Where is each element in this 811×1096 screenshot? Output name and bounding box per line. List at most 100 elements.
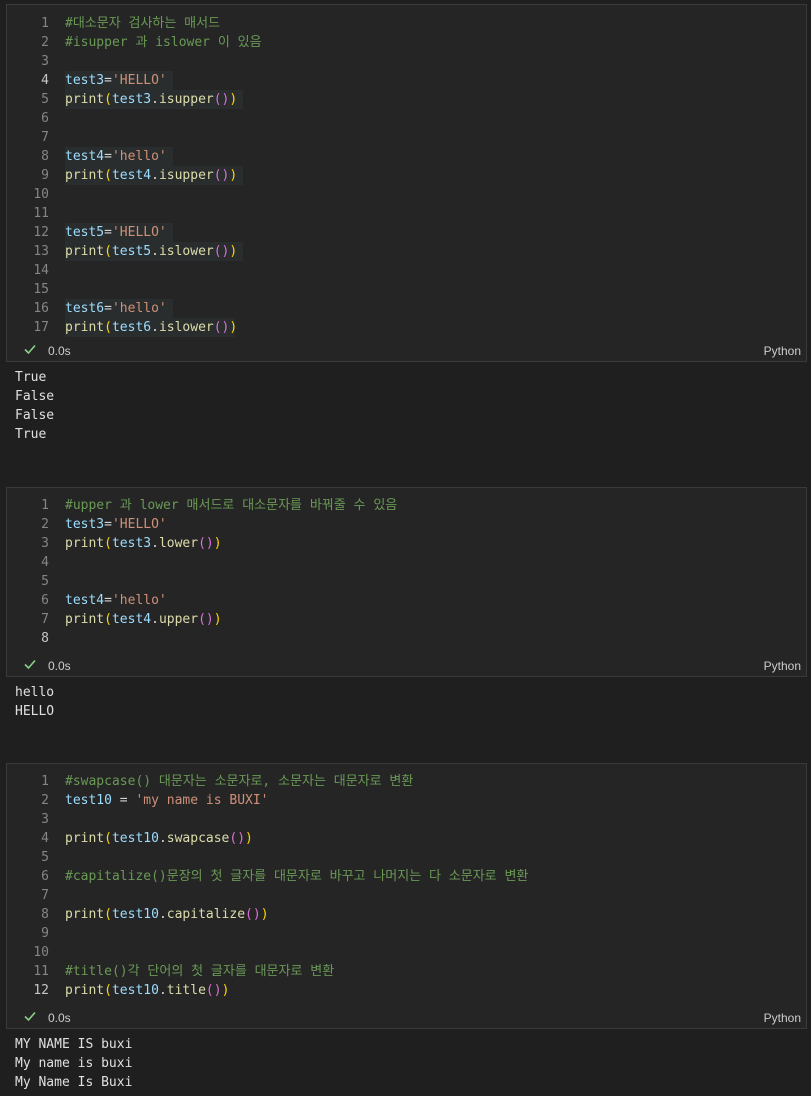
code-line[interactable]: 5 print(test3.isupper()) <box>7 90 806 109</box>
token: test10 <box>111 907 159 922</box>
code-line[interactable]: 15 <box>7 280 806 299</box>
token: = <box>111 793 136 808</box>
line-number: 9 <box>41 168 49 183</box>
code-line[interactable]: 7 <box>7 886 806 905</box>
code-line[interactable]: 8 print(test10.capitalize()) <box>7 905 806 924</box>
code-line[interactable]: 4 test3='HELLO' <box>7 71 806 90</box>
code-line[interactable]: 12 print(test10.title()) <box>7 981 806 1000</box>
token: = <box>104 149 112 164</box>
code-text[interactable]: test10 = 'my name is BUXI' <box>65 791 269 810</box>
code-line[interactable]: 8 <box>7 629 806 648</box>
token: ) <box>221 983 230 998</box>
code-line[interactable]: 6 <box>7 109 806 128</box>
code-line[interactable]: 1 #swapcase() 대문자는 소문자로, 소문자는 대문자로 변환 <box>7 772 806 791</box>
code-line[interactable]: 3 print(test3.lower()) <box>7 534 806 553</box>
language-label[interactable]: Python <box>764 1011 801 1025</box>
code-text[interactable]: #대소문자 검사하는 매서드 <box>65 14 220 33</box>
code-line[interactable]: 11 #title()각 단어의 첫 글자를 대문자로 변환 <box>7 962 806 981</box>
line-number: 6 <box>41 869 49 884</box>
code-line[interactable]: 16 test6='hello' <box>7 299 806 318</box>
code-text[interactable]: print(test10.capitalize()) <box>65 905 269 924</box>
code-line[interactable]: 6 test4='hello' <box>7 591 806 610</box>
code-text[interactable]: #isupper 과 islower 이 있음 <box>65 33 262 52</box>
token: () <box>213 168 230 183</box>
code-line[interactable]: 17 print(test6.islower()) <box>7 318 806 337</box>
code-line[interactable]: 4 print(test10.swapcase()) <box>7 829 806 848</box>
token: test4 <box>65 593 105 608</box>
code-text[interactable]: print(test3.lower()) <box>65 534 222 553</box>
code-cell[interactable]: 1 #대소문자 검사하는 매서드 2 #isupper 과 islower 이 있음 3… <box>6 4 807 362</box>
cell-output: MY NAME IS buxi My name is buxi My Name Is… <box>15 1035 132 1092</box>
language-label[interactable]: Python <box>764 344 801 358</box>
code-line[interactable]: 8 test4='hello' <box>7 147 806 166</box>
line-number: 9 <box>41 926 49 941</box>
code-cell[interactable]: 1 #upper 과 lower 매서드로 대소문자를 바꿔줄 수 있음 2 test… <box>6 487 807 677</box>
token: test4 <box>65 149 105 164</box>
code-line[interactable]: 12 test5='HELLO' <box>7 223 806 242</box>
code-text[interactable]: test4='hello' <box>65 591 167 610</box>
code-text[interactable]: test4='hello' <box>65 147 173 166</box>
token: print <box>65 612 105 627</box>
code-text[interactable]: #swapcase() 대문자는 소문자로, 소문자는 대문자로 변환 <box>65 772 413 791</box>
code-line[interactable]: 10 <box>7 185 806 204</box>
code-line[interactable]: 1 #upper 과 lower 매서드로 대소문자를 바꿔줄 수 있음 <box>7 496 806 515</box>
code-text[interactable]: print(test3.isupper()) <box>65 90 243 109</box>
token: ( <box>104 92 112 107</box>
code-text[interactable]: #title()각 단어의 첫 글자를 대문자로 변환 <box>65 962 334 981</box>
code-line[interactable]: 6 #capitalize()문장의 첫 글자를 대문자로 바꾸고 나머지는 다 … <box>7 867 806 886</box>
code-text[interactable]: print(test10.title()) <box>65 981 229 1000</box>
code-line[interactable]: 7 print(test4.upper()) <box>7 610 806 629</box>
code-text[interactable]: print(test4.isupper()) <box>65 166 243 185</box>
code-line[interactable]: 11 <box>7 204 806 223</box>
code-text[interactable]: test3='HELLO' <box>65 71 173 90</box>
line-number: 10 <box>33 945 49 960</box>
token: ) <box>213 612 222 627</box>
code-line[interactable]: 13 print(test5.islower()) <box>7 242 806 261</box>
code-line[interactable]: 9 <box>7 924 806 943</box>
line-number: 6 <box>41 111 49 126</box>
code-text[interactable]: test3='HELLO' <box>65 515 167 534</box>
token: test5 <box>111 244 152 259</box>
code-line[interactable]: 2 test3='HELLO' <box>7 515 806 534</box>
token: print <box>65 92 105 107</box>
code-text[interactable]: #capitalize()문장의 첫 글자를 대문자로 바꾸고 나머지는 다 소… <box>65 867 528 886</box>
line-number: 3 <box>41 812 49 827</box>
token: print <box>65 983 105 998</box>
token: 'my name is BUXI' <box>135 793 269 808</box>
code-line[interactable]: 5 <box>7 572 806 591</box>
line-number: 8 <box>41 907 49 922</box>
token: ) <box>260 907 269 922</box>
code-text[interactable]: test6='hello' <box>65 299 173 318</box>
line-number: 5 <box>41 574 49 589</box>
code-text[interactable]: test5='HELLO' <box>65 223 173 242</box>
execution-time: 0.0s <box>48 344 71 358</box>
token: . <box>158 907 167 922</box>
code-cell[interactable]: 1 #swapcase() 대문자는 소문자로, 소문자는 대문자로 변환 2 tes… <box>6 763 807 1029</box>
code-line[interactable]: 5 <box>7 848 806 867</box>
output-line: My name is buxi <box>15 1056 133 1071</box>
check-icon <box>23 342 37 359</box>
code-line[interactable]: 3 <box>7 52 806 71</box>
code-text[interactable]: print(test6.islower()) <box>65 318 237 337</box>
code-line[interactable]: 14 <box>7 261 806 280</box>
token: () <box>213 92 230 107</box>
code-text[interactable]: print(test10.swapcase()) <box>65 829 253 848</box>
code-text[interactable]: print(test5.islower()) <box>65 242 243 261</box>
code-line[interactable]: 2 test10 = 'my name is BUXI' <box>7 791 806 810</box>
code-line[interactable]: 4 <box>7 553 806 572</box>
line-number: 14 <box>33 263 49 278</box>
code-line[interactable]: 9 print(test4.isupper()) <box>7 166 806 185</box>
language-label[interactable]: Python <box>764 659 801 673</box>
line-number: 17 <box>33 320 49 335</box>
token: test3 <box>65 73 105 88</box>
code-line[interactable]: 7 <box>7 128 806 147</box>
code-line[interactable]: 3 <box>7 810 806 829</box>
code-text[interactable]: print(test4.upper()) <box>65 610 222 629</box>
token: test6 <box>65 301 105 316</box>
line-number: 2 <box>41 35 49 50</box>
code-line[interactable]: 1 #대소문자 검사하는 매서드 <box>7 14 806 33</box>
output-line: My Name Is Buxi <box>15 1075 133 1090</box>
code-text[interactable]: #upper 과 lower 매서드로 대소문자를 바꿔줄 수 있음 <box>65 496 397 515</box>
code-line[interactable]: 2 #isupper 과 islower 이 있음 <box>7 33 806 52</box>
code-line[interactable]: 10 <box>7 943 806 962</box>
